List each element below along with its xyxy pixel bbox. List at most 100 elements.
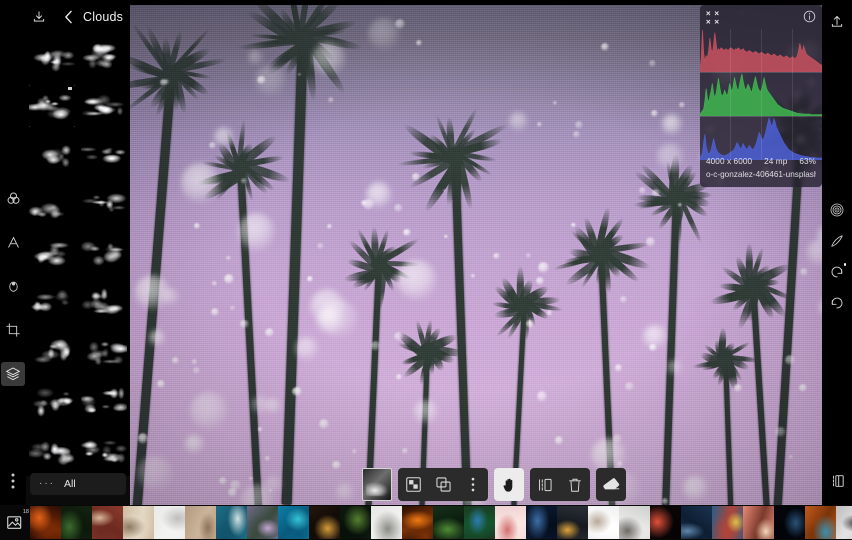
compare-split-icon[interactable]	[825, 469, 849, 493]
thumb-food-dark[interactable]	[309, 506, 340, 539]
cloud-brush-7[interactable]	[26, 180, 78, 229]
thumb-island-blue[interactable]	[278, 506, 309, 539]
filmstrip-items	[30, 506, 852, 539]
share-upload-icon[interactable]	[826, 10, 848, 32]
brush-filter-all-label[interactable]: All	[64, 478, 76, 490]
photo-library-icon[interactable]: 18	[0, 505, 30, 540]
brush-thumbnail	[29, 232, 75, 275]
histogram-topbar	[700, 5, 822, 29]
cloud-brush-14[interactable]	[78, 328, 130, 377]
cloud-brush-13[interactable]	[26, 328, 78, 377]
sidebar-item-layers[interactable]	[1, 362, 25, 386]
thumbnail-image	[247, 506, 278, 539]
cloud-brush-6[interactable]	[78, 131, 130, 180]
thumb-desk-white[interactable]	[154, 506, 185, 539]
thumb-plants-dark[interactable]	[340, 506, 371, 539]
more-options-icon[interactable]	[458, 468, 488, 501]
cloud-brush-9[interactable]	[26, 229, 78, 278]
thumb-pink-abstract[interactable]	[495, 506, 526, 539]
thumb-aerial-green[interactable]	[464, 506, 495, 539]
cloud-brush-8[interactable]	[78, 180, 130, 229]
thumb-portrait-gray[interactable]	[619, 506, 650, 539]
cloud-brush-2[interactable]	[78, 33, 130, 81]
brush-thumbnail	[29, 331, 75, 374]
thumb-sand-tan[interactable]	[185, 506, 216, 539]
thumb-palm-purple[interactable]	[247, 506, 278, 539]
tool-rail-group	[1, 186, 25, 386]
thumbnail-image	[61, 506, 92, 539]
thumb-mountain-bw[interactable]	[836, 506, 852, 539]
library-badge: 18	[22, 509, 29, 515]
brush-stroke-icon[interactable]	[825, 229, 849, 253]
thumb-building-cream[interactable]	[123, 506, 154, 539]
thumb-ocean-teal[interactable]	[216, 506, 247, 539]
brush-filter-bar[interactable]: ··· All	[30, 473, 126, 495]
brush-thumbnail	[81, 183, 127, 226]
sidebar-item-adjustments[interactable]	[1, 186, 25, 210]
thumbnail-image	[557, 506, 588, 539]
transparency-checker-icon[interactable]	[398, 468, 428, 501]
flip-layer-icon[interactable]	[530, 468, 560, 501]
cloud-brush-3[interactable]	[26, 82, 78, 131]
eraser-icon[interactable]	[596, 468, 626, 501]
cloud-brush-16[interactable]	[78, 377, 130, 426]
brush-filter-more-icon[interactable]: ···	[39, 479, 55, 489]
hand-tool-icon[interactable]	[494, 468, 524, 501]
thumbnail-image	[185, 506, 216, 539]
thumb-fire-orange[interactable]	[30, 506, 61, 539]
sidebar-item-retouch[interactable]	[1, 274, 25, 298]
thumb-night-blue[interactable]	[526, 506, 557, 539]
cloud-brush-1[interactable]	[26, 33, 78, 81]
thumb-dark-horizon[interactable]	[774, 506, 805, 539]
sidebar-item-crop[interactable]	[1, 318, 25, 342]
thumb-building-red[interactable]	[92, 506, 123, 539]
cloud-brush-15[interactable]	[26, 377, 78, 426]
redo-icon[interactable]	[825, 291, 849, 315]
cloud-brush-12[interactable]	[78, 279, 130, 328]
thumb-seascape-blue[interactable]	[681, 506, 712, 539]
thumb-red-dot-dark[interactable]	[650, 506, 681, 539]
brush-thumbnail	[81, 134, 127, 177]
info-icon[interactable]	[803, 10, 816, 28]
thumbnail-image	[495, 506, 526, 539]
thumb-deer-white[interactable]	[371, 506, 402, 539]
blend-mode-icon[interactable]	[825, 198, 849, 222]
thumb-sunset-pink[interactable]	[743, 506, 774, 539]
thumbnail-image	[681, 506, 712, 539]
histogram-meta-row: 4000 x 6000 24 mp 63%	[706, 157, 816, 166]
thumb-forest-green[interactable]	[61, 506, 92, 539]
undo-icon[interactable]	[825, 260, 849, 284]
cloud-brush-11[interactable]	[26, 279, 78, 328]
duplicate-layer-icon[interactable]	[428, 468, 458, 501]
thumb-flame-orange[interactable]	[402, 506, 433, 539]
thumb-cuba-colorful[interactable]	[712, 506, 743, 539]
tool-rail-more-button[interactable]	[1, 469, 25, 493]
cloud-brush-18[interactable]	[78, 426, 130, 475]
brush-panel-title: Clouds	[83, 9, 124, 24]
thumb-portrait-white[interactable]	[588, 506, 619, 539]
layer-thumbnail[interactable]	[362, 468, 392, 501]
photo-editor-app: Clouds ··· All 4000 x 6000 24 mp 63% o-c…	[0, 0, 852, 540]
histogram-gridline	[761, 29, 762, 160]
download-icon[interactable]	[32, 10, 46, 24]
brush-thumbnail	[81, 331, 127, 374]
thumb-hands-orange[interactable]	[805, 506, 836, 539]
brush-thumbnail	[29, 282, 75, 325]
undo-badge-dot	[843, 263, 846, 266]
cloud-brush-17[interactable]	[26, 426, 78, 475]
thumb-jungle-green[interactable]	[433, 506, 464, 539]
collapse-icon[interactable]	[706, 11, 719, 29]
cloud-brush-4[interactable]	[78, 82, 130, 131]
sidebar-item-text[interactable]	[1, 230, 25, 254]
brush-thumbnail	[29, 85, 75, 128]
thumbnail-image	[123, 506, 154, 539]
histogram-panel[interactable]: 4000 x 6000 24 mp 63% o-c-gonzalez-40646…	[700, 5, 822, 187]
thumbnail-image	[774, 506, 805, 539]
delete-layer-icon[interactable]	[560, 468, 590, 501]
back-chevron-icon[interactable]	[64, 10, 73, 24]
thumb-street-yellow[interactable]	[557, 506, 588, 539]
cloud-brush-5[interactable]	[26, 131, 78, 180]
tool-rail	[0, 0, 26, 505]
layer-toolbar	[362, 468, 626, 501]
cloud-brush-10[interactable]	[78, 229, 130, 278]
